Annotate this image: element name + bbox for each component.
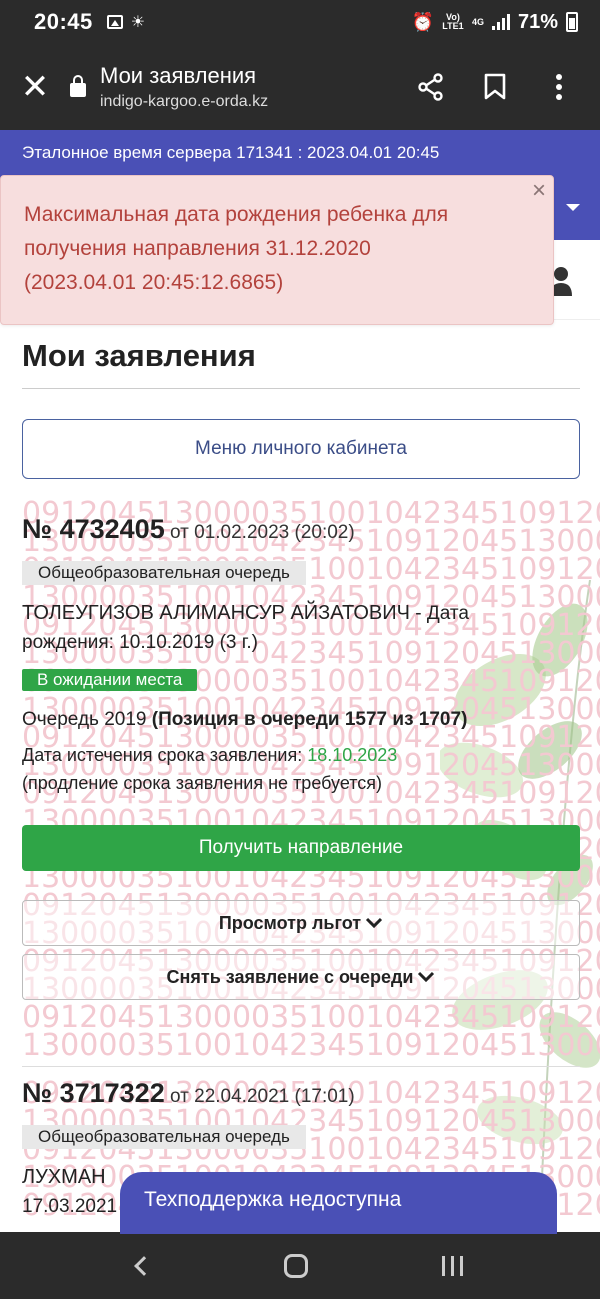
expiry-note: (продление срока заявления не требуется) [22, 773, 383, 793]
signal-icon [491, 14, 510, 30]
alarm-icon: ⏰ [411, 11, 434, 32]
chevron-down-icon [366, 917, 383, 929]
application-date: от 22.04.2021 (17:01) [170, 1086, 355, 1107]
battery-percent: 71% [517, 10, 558, 33]
status-badge: В ожидании места [22, 669, 198, 691]
cabinet-menu-button[interactable]: Меню личного кабинета [22, 419, 580, 479]
lock-icon[interactable] [70, 75, 86, 97]
more-menu-icon[interactable] [542, 70, 576, 104]
bookmark-icon[interactable] [478, 70, 512, 104]
alert-banner: × Максимальная дата рождения ребенка для… [0, 175, 554, 325]
applicant-name: ЛУХМАН [22, 1166, 106, 1188]
chevron-down-icon [418, 971, 435, 983]
support-chat-button[interactable]: Техподдержка недоступна [120, 1172, 557, 1234]
weather-icon: ☀ [130, 14, 146, 31]
applicant-dob: 17.03.2021 [22, 1196, 118, 1217]
dropdown-caret-icon[interactable] [566, 204, 580, 211]
browser-url[interactable]: indigo-kargoo.e-orda.kz [100, 93, 268, 111]
server-time-text: Эталонное время сервера 171341 : 2023.04… [22, 143, 440, 162]
expiry-info: Дата истечения срока заявления: 18.10.20… [22, 745, 398, 793]
applicant-info: ТОЛЕУГИЗОВ АЛИМАНСУР АЙЗАТОВИЧ - Дата ро… [22, 599, 580, 657]
volte-indicator: Vo) LTE1 [442, 12, 464, 31]
page-title: Мои заявления [22, 338, 580, 389]
application-date: от 01.02.2023 (20:02) [170, 522, 355, 543]
share-icon[interactable] [414, 70, 448, 104]
alert-line-2: получения направления 31.12.2020 [24, 237, 371, 260]
recent-apps-icon[interactable] [442, 1255, 464, 1276]
expiry-date: 18.10.2023 [307, 745, 398, 765]
application-number: № 3717322 [22, 1078, 165, 1108]
queue-position: Очередь 2019 (Позиция в очереди 1577 из … [22, 709, 468, 730]
gallery-notification-icon [106, 15, 123, 29]
application-card: № 4732405 от 01.02.2023 (20:02) Общеобра… [22, 514, 580, 1000]
alert-line-1: Максимальная дата рождения ребенка для [24, 203, 449, 226]
browser-toolbar: ✕ Мои заявления indigo-kargoo.e-orda.kz [0, 44, 600, 130]
queue-type-badge: Общеобразовательная очередь [22, 1125, 306, 1149]
queue-type-badge: Общеобразовательная очередь [22, 561, 306, 585]
card-divider [22, 1066, 580, 1067]
alert-close-icon[interactable]: × [532, 179, 546, 203]
battery-icon [566, 12, 578, 32]
application-number: № 4732405 [22, 514, 165, 544]
home-icon[interactable] [284, 1253, 309, 1278]
queue-position-value: (Позиция в очереди 1577 из 1707) [151, 709, 468, 730]
withdraw-toggle-button[interactable]: Снять заявление с очереди [22, 954, 580, 1000]
back-icon[interactable] [133, 1255, 154, 1276]
benefits-toggle-button[interactable]: Просмотр льгот [22, 900, 580, 946]
main-content: Мои заявления Меню личного кабинета 0912… [22, 320, 600, 1220]
applicant-dob-prefix: - Дата [409, 603, 469, 624]
close-tab-icon[interactable]: ✕ [0, 44, 70, 130]
get-referral-button[interactable]: Получить направление [22, 825, 580, 871]
applicant-name: ТОЛЕУГИЗОВ АЛИМАНСУР АЙЗАТОВИЧ [22, 602, 410, 624]
alert-line-3: (2023.04.01 20:45:12.6865) [24, 271, 284, 294]
applicant-dob: рождения: 10.10.2019 (3 г.) [22, 632, 258, 653]
network-type: 4G [471, 16, 484, 27]
status-bar: 20:45 ☀ ⏰ Vo) LTE1 4G 71% [0, 0, 600, 44]
browser-page-title: Мои заявления [100, 63, 257, 88]
system-nav-bar [0, 1232, 600, 1299]
status-time: 20:45 [34, 9, 93, 34]
